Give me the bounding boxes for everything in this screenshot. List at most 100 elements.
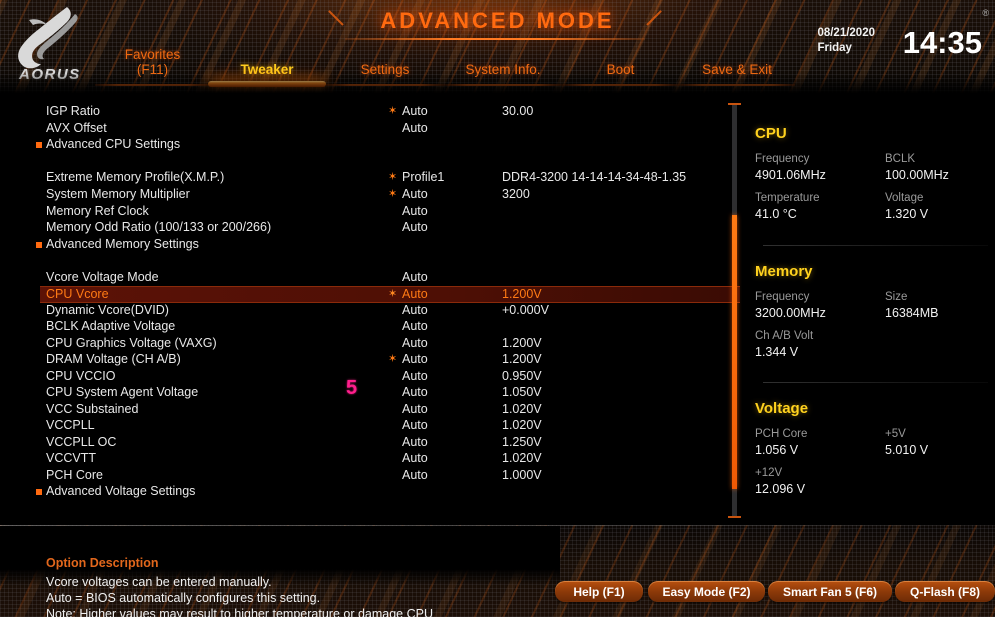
monitor-readout-value: 1.344 V xyxy=(755,345,799,359)
setting-detail: 30.00 xyxy=(502,104,534,118)
setting-label: Vcore Voltage Mode xyxy=(46,270,159,284)
settings-row[interactable]: Advanced Voltage Settings xyxy=(0,484,705,500)
system-date: 08/21/2020 Friday xyxy=(817,26,875,56)
scrollbar-thumb[interactable] xyxy=(732,215,737,489)
setting-label: DRAM Voltage (CH A/B) xyxy=(46,352,181,366)
function-button-easy-mode-f2[interactable]: Easy Mode (F2) xyxy=(648,581,765,602)
setting-value[interactable]: Auto xyxy=(402,336,428,350)
setting-value[interactable]: Auto xyxy=(402,369,428,383)
settings-row[interactable]: ✶ Extreme Memory Profile(X.M.P.) Profile1 D… xyxy=(0,170,705,186)
settings-row-selected[interactable]: ✶ CPU Vcore Auto 1.200V xyxy=(40,286,740,303)
setting-value[interactable]: Auto xyxy=(402,319,428,333)
setting-label: BCLK Adaptive Voltage xyxy=(46,319,176,333)
setting-label: System Memory Multiplier xyxy=(46,187,190,201)
settings-row[interactable]: VCCPLL Auto 1.020V xyxy=(0,418,705,434)
setting-detail: 0.950V xyxy=(502,369,542,383)
modified-star-icon: ✶ xyxy=(388,288,398,300)
monitor-readout-value: 4901.06MHz xyxy=(755,168,826,182)
submenu-bullet-icon xyxy=(36,489,42,495)
system-monitor-sidebar: CPU Frequency 4901.06MHz BCLK 100.00MHz Tempe… xyxy=(755,95,995,525)
setting-label: AVX Offset xyxy=(46,121,107,135)
monitor-section-memory: Memory Frequency 3200.00MHz Size 16384MB Ch A… xyxy=(755,263,995,367)
monitor-readout-value: 1.320 V xyxy=(885,207,929,221)
monitor-readout-label: +12V xyxy=(755,467,783,479)
setting-value[interactable]: Auto xyxy=(402,418,428,432)
monitor-readout-value: 100.00MHz xyxy=(885,168,949,182)
settings-row[interactable]: Dynamic Vcore(DVID) Auto +0.000V xyxy=(0,303,705,319)
setting-detail: 1.200V xyxy=(502,352,542,366)
function-button-help-f1[interactable]: Help (F1) xyxy=(555,581,643,602)
setting-value[interactable]: Auto xyxy=(402,287,428,301)
monitor-readout-label: Voltage xyxy=(885,192,924,204)
setting-value[interactable]: Auto xyxy=(402,121,428,135)
modified-star-icon: ✶ xyxy=(388,188,398,200)
monitor-readout: PCH Core 1.056 V xyxy=(755,426,807,459)
settings-row[interactable]: ✶ System Memory Multiplier Auto 3200 xyxy=(0,187,705,203)
monitor-grid: Frequency 4901.06MHz BCLK 100.00MHz Temperat… xyxy=(755,151,995,229)
monitor-readout-value: 3200.00MHz xyxy=(755,306,826,320)
system-time: 14:35 xyxy=(902,25,982,60)
setting-label: PCH Core xyxy=(46,468,103,482)
setting-value[interactable]: Auto xyxy=(402,435,428,449)
setting-value[interactable]: Auto xyxy=(402,187,428,201)
setting-value[interactable]: Auto xyxy=(402,402,428,416)
setting-label: VCCVTT xyxy=(46,451,96,465)
monitor-readout: Frequency 3200.00MHz xyxy=(755,289,826,322)
app-footer: Option Description Vcore voltages can be… xyxy=(0,525,995,617)
monitor-readout-label: Frequency xyxy=(755,291,810,303)
monitor-readout-value: 5.010 V xyxy=(885,443,929,457)
settings-scrollbar[interactable] xyxy=(728,103,741,518)
settings-list: ✶ IGP Ratio Auto 30.00 AVX Offset Auto Advance… xyxy=(0,95,740,525)
monitor-readout-label: PCH Core xyxy=(755,428,808,440)
settings-row[interactable]: VCC Substained Auto 1.020V xyxy=(0,402,705,418)
function-button-q-flash-f8[interactable]: Q-Flash (F8) xyxy=(895,581,995,602)
monitor-readout-label: BCLK xyxy=(885,153,916,165)
settings-row[interactable]: CPU Graphics Voltage (VAXG) Auto 1.200V xyxy=(0,336,705,352)
settings-row[interactable]: ✶ DRAM Voltage (CH A/B) Auto 1.200V xyxy=(0,352,705,368)
setting-value[interactable]: Auto xyxy=(402,385,428,399)
setting-label: VCCPLL OC xyxy=(46,435,117,449)
monitor-grid: Frequency 3200.00MHz Size 16384MB Ch A/B Vol… xyxy=(755,289,995,367)
settings-row[interactable]: AVX Offset Auto xyxy=(0,121,705,137)
setting-label: Dynamic Vcore(DVID) xyxy=(46,303,169,317)
setting-value[interactable]: Auto xyxy=(402,468,428,482)
setting-value[interactable]: Profile1 xyxy=(402,170,444,184)
monitor-readout-value: 16384MB xyxy=(885,306,939,320)
setting-detail: DDR4-3200 14-14-14-34-48-1.35 xyxy=(502,170,687,184)
modified-star-icon: ✶ xyxy=(388,171,398,183)
setting-label: CPU VCCIO xyxy=(46,369,116,383)
settings-row[interactable]: PCH Core Auto 1.000V xyxy=(0,468,705,484)
annotation-marker: 5 xyxy=(346,377,358,399)
setting-detail: 1.020V xyxy=(502,451,542,465)
function-button-smart-fan-5-f6[interactable]: Smart Fan 5 (F6) xyxy=(768,581,892,602)
setting-detail: 1.050V xyxy=(502,385,542,399)
setting-value[interactable]: Auto xyxy=(402,104,428,118)
settings-row[interactable]: Memory Ref Clock Auto xyxy=(0,204,705,220)
monitor-section-title: Memory xyxy=(755,263,813,280)
setting-label: IGP Ratio xyxy=(46,104,100,118)
nav-tab-label: Favorites xyxy=(124,47,181,62)
setting-detail: 1.200V xyxy=(502,336,542,350)
settings-row[interactable]: Memory Odd Ratio (100/133 or 200/266) Aut… xyxy=(0,220,705,236)
setting-label: CPU Graphics Voltage (VAXG) xyxy=(46,336,217,350)
setting-value[interactable]: Auto xyxy=(402,451,428,465)
setting-value[interactable]: Auto xyxy=(402,352,428,366)
setting-detail: 3200 xyxy=(502,187,530,201)
monitor-section-voltage: Voltage PCH Core 1.056 V +5V 5.010 V +12V 12… xyxy=(755,400,995,504)
settings-row[interactable]: VCCVTT Auto 1.020V xyxy=(0,451,705,467)
monitor-readout: Temperature 41.0 °C xyxy=(755,190,820,223)
settings-row[interactable]: Advanced Memory Settings xyxy=(0,237,705,253)
settings-row[interactable]: BCLK Adaptive Voltage Auto xyxy=(0,319,705,335)
setting-value[interactable]: Auto xyxy=(402,220,428,234)
settings-row[interactable]: Vcore Voltage Mode Auto xyxy=(0,270,705,286)
monitor-section-cpu: CPU Frequency 4901.06MHz BCLK 100.00MHz Tempe… xyxy=(755,125,995,229)
setting-value[interactable]: Auto xyxy=(402,270,428,284)
settings-row[interactable]: ✶ IGP Ratio Auto 30.00 xyxy=(0,104,705,120)
settings-row[interactable]: VCCPLL OC Auto 1.250V xyxy=(0,435,705,451)
setting-value[interactable]: Auto xyxy=(402,204,428,218)
settings-row[interactable]: Advanced CPU Settings xyxy=(0,137,705,153)
monitor-readout-value: 12.096 V xyxy=(755,482,806,496)
setting-value[interactable]: Auto xyxy=(402,303,428,317)
monitor-readout-value: 41.0 °C xyxy=(755,207,797,221)
monitor-section-title: Voltage xyxy=(755,400,809,417)
